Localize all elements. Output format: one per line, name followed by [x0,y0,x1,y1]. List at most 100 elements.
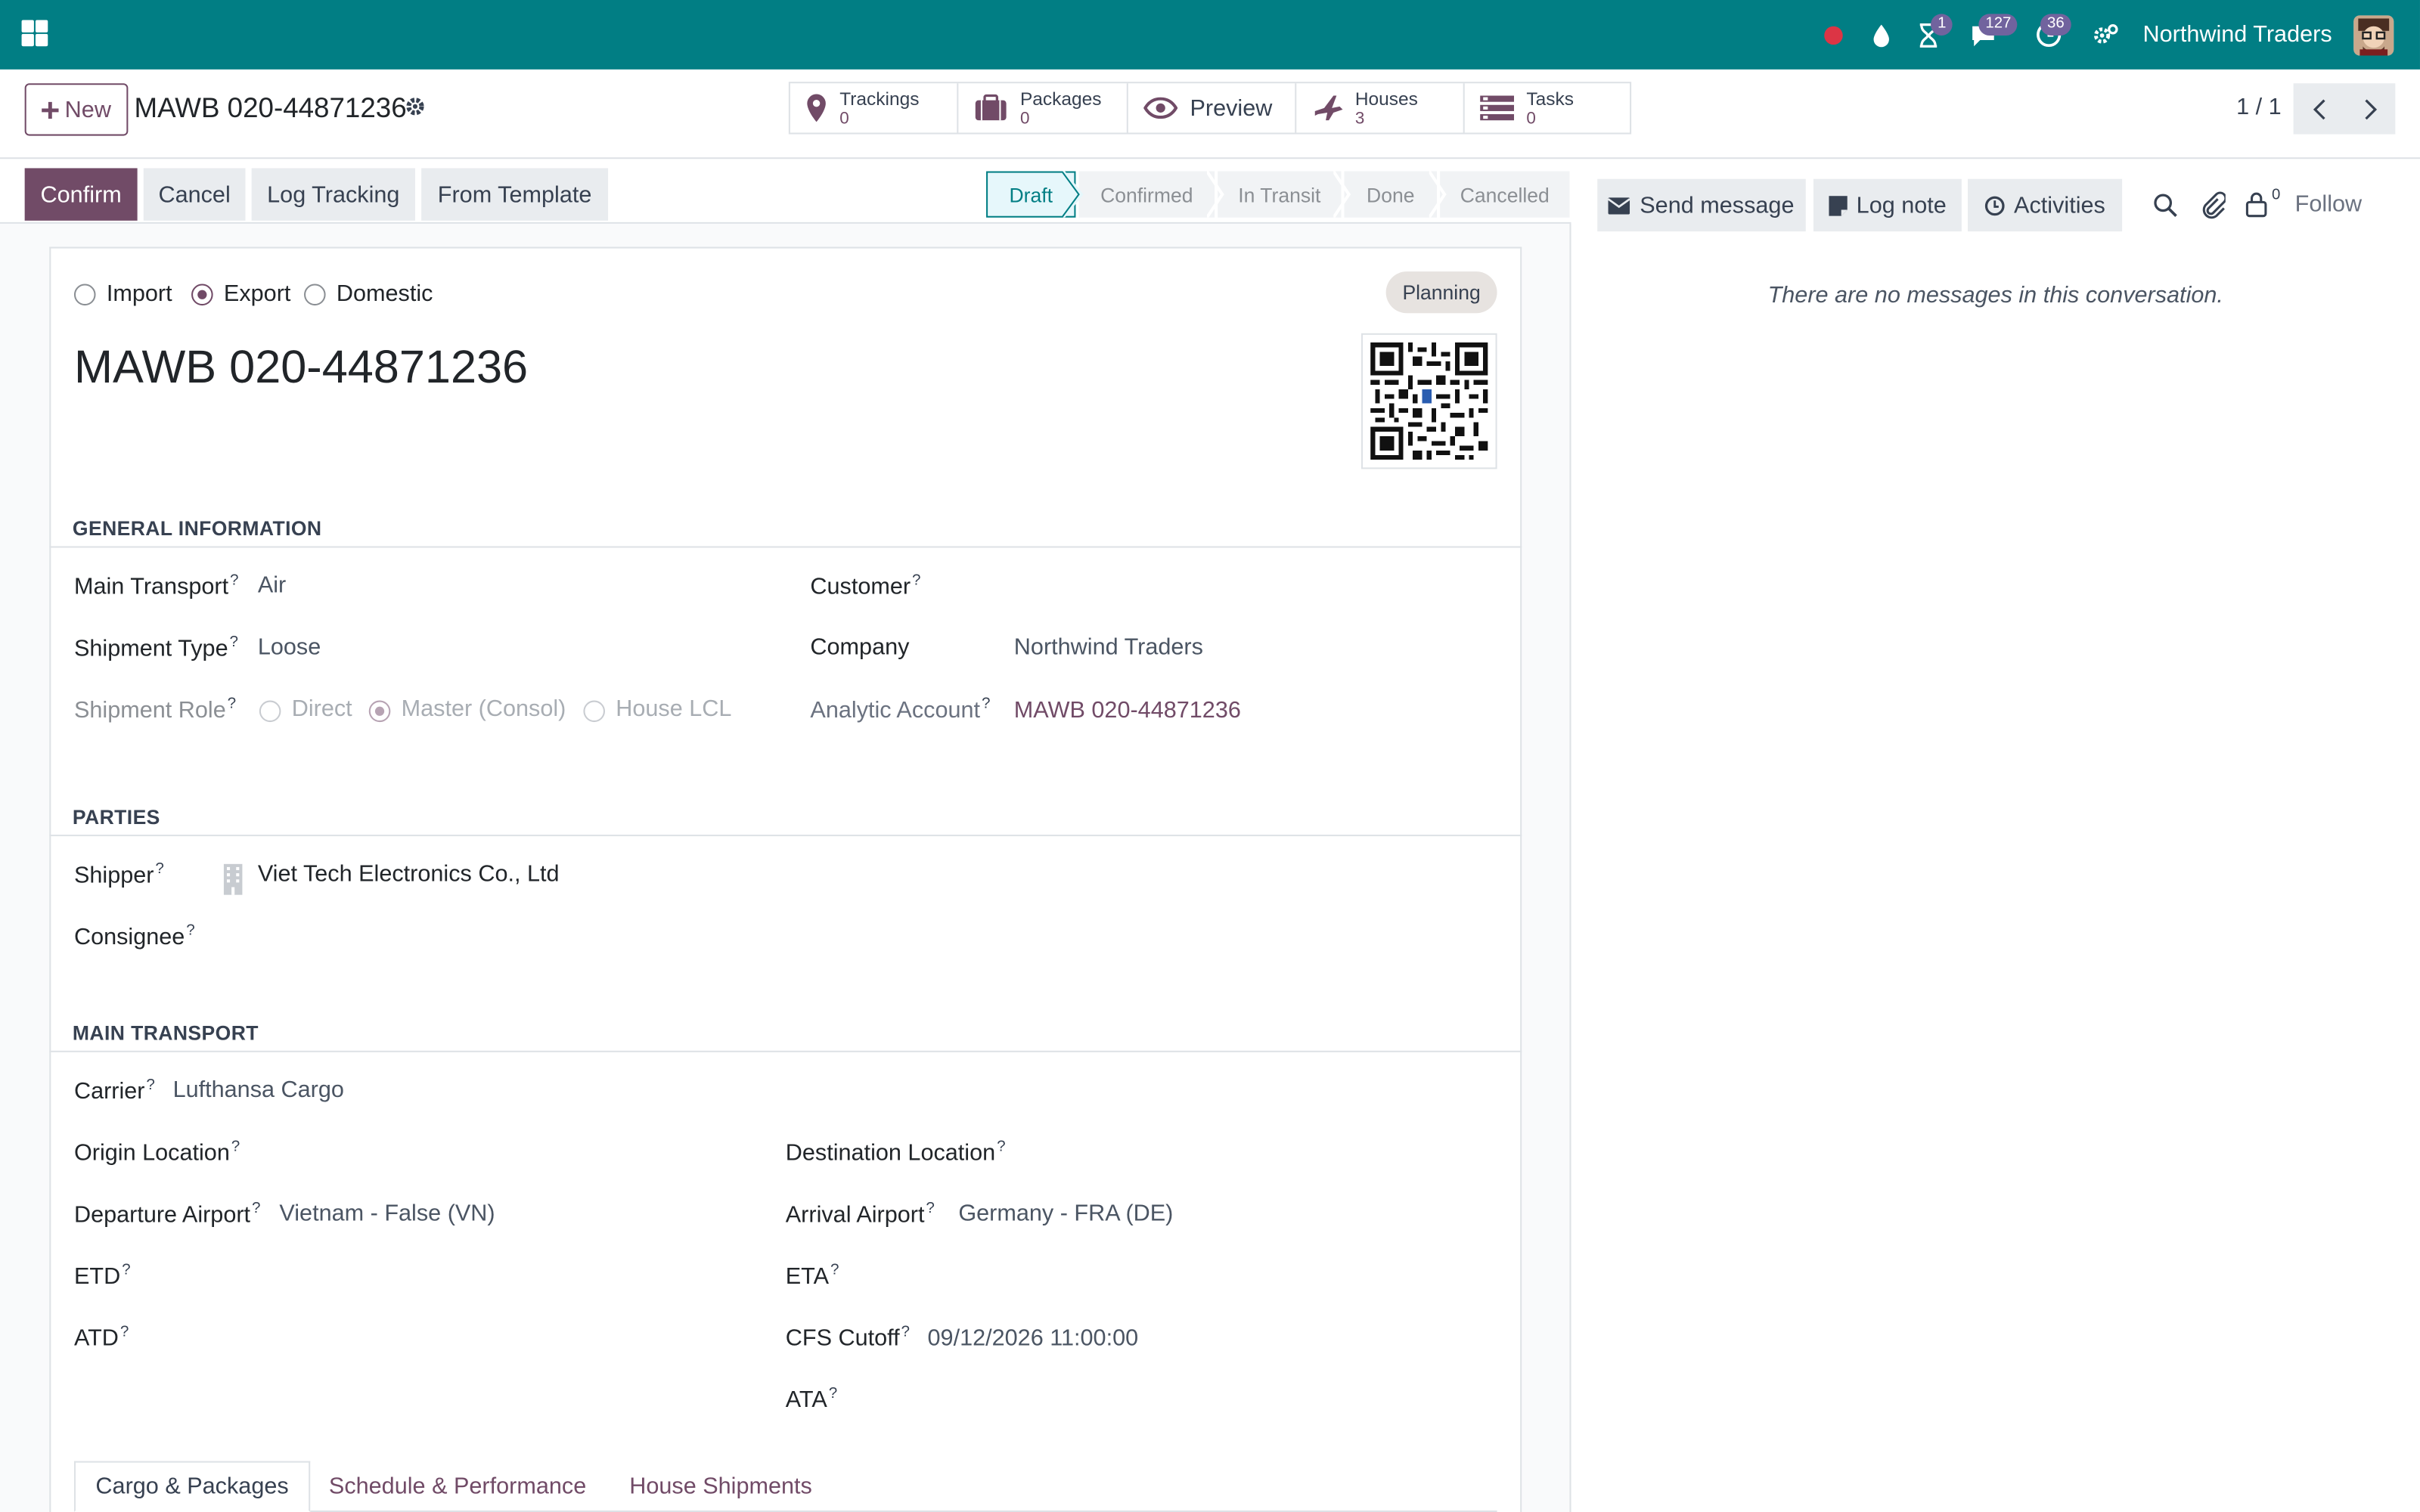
pager-value[interactable]: 1 / 1 [2236,94,2282,120]
stage-cancelled[interactable]: Cancelled [1440,171,1570,218]
settings-icon[interactable] [2083,0,2130,70]
activity-count-badge: 1 [1931,14,1953,36]
record-title[interactable]: MAWB 020-44871236 [74,342,528,395]
confirm-button[interactable]: Confirm [24,168,138,221]
send-message-button[interactable]: Send message [1597,178,1806,232]
export-radio-label[interactable]: Export [224,280,290,307]
hourglass-icon[interactable]: 1 [1905,0,1953,70]
houses-smart-button[interactable]: Houses 3 [1296,83,1465,133]
stage-done[interactable]: Done [1344,171,1437,218]
main-transport-label: Main Transport? [73,572,239,600]
import-radio[interactable] [73,284,96,306]
control-panel: New MAWB 020-44871236 Trackings 0 Package… [0,70,2420,160]
role-house-lcl-radio [583,700,605,723]
export-radio[interactable] [191,284,213,306]
eta-field[interactable] [928,1256,1497,1296]
eye-icon [1143,97,1178,119]
houses-count: 3 [1354,108,1365,128]
follow-button[interactable]: Follow [2295,191,2362,218]
import-radio-label[interactable]: Import [107,280,172,307]
chevron-left-icon [2312,98,2325,119]
search-icon[interactable] [2153,193,2178,218]
atd-field[interactable] [279,1318,742,1358]
departure-airport-field[interactable]: Vietnam - False (VN) [279,1201,495,1227]
from-template-button[interactable]: From Template [421,168,609,221]
paperclip-icon[interactable] [2201,191,2226,219]
role-direct-label: Direct [291,696,352,723]
pager-next-button[interactable] [2344,83,2396,135]
stage-confirmed[interactable]: Confirmed [1078,171,1215,218]
new-button[interactable]: New [24,83,129,136]
houses-label: Houses [1354,87,1418,109]
customer-field[interactable] [1014,565,1497,605]
drop-icon[interactable] [1857,0,1905,70]
stage-in-transit[interactable]: In Transit [1218,171,1342,218]
tasks-smart-button[interactable]: Tasks 0 [1465,83,1630,132]
shipper-field[interactable]: Viet Tech Electronics Co., Ltd [258,861,560,888]
domestic-radio[interactable] [304,284,326,306]
cfs-cutoff-field[interactable]: 09/12/2026 11:00:00 [928,1325,1139,1352]
send-message-label: Send message [1640,192,1795,218]
apps-menu-icon[interactable] [21,20,48,47]
ata-field[interactable] [928,1379,1497,1419]
recording-indicator-icon[interactable] [1810,0,1857,70]
record-actions-gear-icon[interactable] [405,96,427,118]
company-building-icon [223,863,243,895]
tab-cargo-packages[interactable]: Cargo & Packages [73,1461,311,1512]
preview-smart-button[interactable]: Preview [1128,83,1297,133]
clock-icon[interactable]: 36 [2015,0,2083,70]
main-transport-field[interactable]: Air [258,572,286,599]
cancel-button[interactable]: Cancel [143,168,246,221]
etd-field[interactable] [279,1256,742,1296]
arrival-airport-label: Arrival Airport? [785,1200,935,1228]
followers-count: 0 [2272,186,2281,204]
company-label: Company [810,634,910,661]
domestic-radio-label[interactable]: Domestic [337,280,433,307]
consignee-field[interactable] [222,916,731,956]
activities-label: Activities [2014,192,2105,218]
tasks-icon [1480,95,1515,121]
log-note-button[interactable]: Log note [1813,178,1962,232]
note-icon [1828,195,1848,215]
company-name[interactable]: Northwind Traders [2143,22,2332,48]
packages-smart-button[interactable]: Packages 0 [958,83,1128,133]
destination-location-field[interactable] [1019,1132,1497,1173]
origin-location-field[interactable] [279,1132,742,1173]
stage-arrow [1333,171,1351,218]
tab-schedule-performance[interactable]: Schedule & Performance [316,1461,598,1512]
ata-label: ATA? [785,1385,838,1414]
analytic-account-label: Analytic Account? [810,696,991,724]
tab-house-shipments[interactable]: House Shipments [605,1461,836,1512]
systray: 1 127 36 Northwind Traders [1810,0,2420,70]
breadcrumb-record-title: MAWB 020-44871236 [134,92,407,124]
plus-icon [42,101,59,119]
trackings-label: Trackings [839,87,920,109]
packages-label: Packages [1019,87,1102,109]
trackings-smart-button[interactable]: Trackings 0 [790,83,959,133]
chevron-right-icon [2364,98,2377,119]
activities-button[interactable]: Activities [1968,178,2123,232]
planning-badge: Planning [1385,271,1497,314]
shipment-type-field[interactable]: Loose [258,634,321,661]
user-avatar[interactable] [2353,14,2394,55]
shipper-label: Shipper? [73,860,164,889]
log-note-label: Log note [1856,192,1947,218]
shipment-type-label: Shipment Type? [73,634,239,662]
etd-label: ETD? [73,1262,131,1290]
stage-arrow [1429,171,1447,218]
pager-previous-button[interactable] [2293,83,2344,135]
packages-count: 0 [1019,108,1030,128]
analytic-account-link[interactable]: MAWB 020-44871236 [1014,697,1241,723]
carrier-label: Carrier? [73,1077,155,1105]
suitcase-icon [975,94,1007,121]
carrier-field[interactable]: Lufthansa Cargo [173,1077,344,1103]
arrival-airport-field[interactable]: Germany - FRA (DE) [958,1201,1173,1227]
map-pin-icon [807,94,826,122]
envelope-icon [1609,197,1631,214]
log-tracking-button[interactable]: Log Tracking [251,168,415,221]
messages-icon[interactable]: 127 [1953,0,2018,70]
company-field[interactable]: Northwind Traders [1014,634,1203,661]
lock-icon[interactable] [2245,191,2267,218]
customer-label: Customer? [810,572,921,600]
atd-label: ATD? [73,1324,129,1352]
